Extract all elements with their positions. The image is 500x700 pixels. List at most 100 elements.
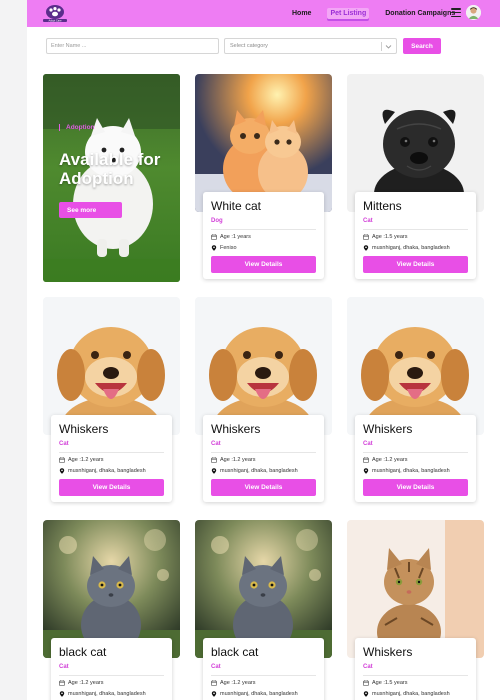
hero-tag: Adoption — [59, 124, 95, 131]
calendar-icon — [59, 457, 65, 463]
location-value: musnhiganj, dhaka, bangladesh — [68, 468, 146, 474]
location-pin-icon — [363, 468, 369, 474]
view-details-button[interactable]: View Details — [363, 256, 468, 273]
location-value: musnhiganj, dhaka, bangladesh — [68, 691, 146, 697]
category-select[interactable]: Select category — [224, 38, 397, 54]
location-value: Feniso — [220, 245, 237, 251]
pet-location: musnhiganj, dhaka, bangladesh — [363, 691, 468, 697]
pet-category: Cat — [59, 664, 69, 670]
pet-card: black cat Cat Age : 1.2 years musnhiganj… — [203, 638, 324, 700]
pet-card: Whiskers Cat Age : 1.2 years musnhiganj,… — [51, 415, 172, 502]
card-divider — [363, 229, 468, 230]
age-prefix: Age : — [68, 457, 81, 463]
pet-card: Whiskers Cat Age : 1.2 years musnhiganj,… — [355, 415, 476, 502]
chevron-down-icon — [385, 45, 392, 49]
pet-name: Whiskers — [59, 422, 109, 436]
age-prefix: Age : — [220, 234, 233, 240]
card-divider — [211, 452, 316, 453]
pet-age: Age : 1.2 years — [59, 457, 164, 463]
calendar-icon — [59, 680, 65, 686]
card-divider — [363, 452, 468, 453]
pet-card: Whiskers Cat Age : 1.5 years musnhiganj,… — [355, 638, 476, 700]
paw-logo-icon: Adopt Care — [43, 5, 67, 23]
card-divider — [363, 675, 468, 676]
avatar[interactable] — [466, 5, 481, 20]
pet-name: black cat — [59, 645, 107, 659]
pet-age: Age : 1.5 years — [363, 234, 468, 240]
nav-pet-listing[interactable]: Pet Listing — [327, 8, 370, 19]
pet-card: Mittens Cat Age : 1.5 years musnhiganj, … — [355, 192, 476, 279]
logo[interactable]: Adopt Care — [41, 3, 69, 23]
logo-text: Adopt Care — [48, 19, 62, 23]
pet-location: Feniso — [211, 245, 316, 251]
category-placeholder: Select category — [230, 43, 268, 49]
calendar-icon — [363, 680, 369, 686]
location-pin-icon — [211, 691, 217, 697]
age-value: 1.2 years — [384, 457, 408, 463]
view-details-button[interactable]: View Details — [211, 256, 316, 273]
nav-home[interactable]: Home — [289, 8, 314, 19]
location-value: musnhiganj, dhaka, bangladesh — [372, 468, 450, 474]
calendar-icon — [211, 680, 217, 686]
calendar-icon — [211, 457, 217, 463]
age-value: 1.2 years — [232, 457, 256, 463]
pet-category: Cat — [59, 441, 69, 447]
calendar-icon — [363, 234, 369, 240]
pet-card: black cat Cat Age : 1.2 years musnhiganj… — [51, 638, 172, 700]
location-pin-icon — [363, 245, 369, 251]
adoption-hero-card: Adoption Available for Adoption See more — [43, 74, 180, 282]
calendar-icon — [211, 234, 217, 240]
age-prefix: Age : — [372, 234, 385, 240]
age-prefix: Age : — [372, 680, 385, 686]
age-prefix: Age : — [68, 680, 81, 686]
age-value: 1.2 years — [232, 680, 256, 686]
pet-category: Cat — [211, 664, 221, 670]
nav-donation-campaigns[interactable]: Donation Campaigns — [382, 8, 458, 19]
search-button[interactable]: Search — [403, 38, 441, 54]
nav-links: Home Pet Listing Donation Campaigns — [289, 0, 471, 27]
pet-age: Age : 1 years — [211, 234, 316, 240]
calendar-icon — [363, 457, 369, 463]
pet-name: Whiskers — [363, 422, 413, 436]
view-details-button[interactable]: View Details — [363, 479, 468, 496]
age-prefix: Age : — [372, 457, 385, 463]
menu-icon[interactable] — [451, 8, 461, 18]
pet-age: Age : 1.2 years — [211, 680, 316, 686]
age-value: 1.5 years — [384, 234, 408, 240]
pet-location: musnhiganj, dhaka, bangladesh — [59, 691, 164, 697]
pet-card: Whiskers Cat Age : 1.2 years musnhiganj,… — [203, 415, 324, 502]
name-search-input[interactable] — [46, 38, 219, 54]
pet-name: Mittens — [363, 199, 402, 213]
pet-category: Cat — [363, 441, 373, 447]
location-pin-icon — [59, 468, 65, 474]
card-divider — [59, 452, 164, 453]
card-divider — [59, 675, 164, 676]
see-more-button[interactable]: See more — [59, 202, 122, 218]
pet-category: Cat — [211, 441, 221, 447]
location-pin-icon — [211, 245, 217, 251]
pet-age: Age : 1.5 years — [363, 680, 468, 686]
age-prefix: Age : — [220, 457, 233, 463]
pet-age: Age : 1.2 years — [363, 457, 468, 463]
age-value: 1.2 years — [80, 457, 104, 463]
pet-location: musnhiganj, dhaka, bangladesh — [211, 691, 316, 697]
location-pin-icon — [363, 691, 369, 697]
age-value: 1 years — [232, 234, 251, 240]
hero-title: Available for Adoption — [59, 150, 161, 188]
pet-location: musnhiganj, dhaka, bangladesh — [363, 245, 468, 251]
pet-location: musnhiganj, dhaka, bangladesh — [211, 468, 316, 474]
pet-name: White cat — [211, 199, 262, 213]
location-pin-icon — [211, 468, 217, 474]
pet-age: Age : 1.2 years — [211, 457, 316, 463]
pet-name: Whiskers — [211, 422, 261, 436]
age-value: 1.5 years — [384, 680, 408, 686]
card-divider — [211, 229, 316, 230]
view-details-button[interactable]: View Details — [59, 479, 164, 496]
pet-name: Whiskers — [363, 645, 413, 659]
pet-location: musnhiganj, dhaka, bangladesh — [59, 468, 164, 474]
location-value: musnhiganj, dhaka, bangladesh — [220, 468, 298, 474]
view-details-button[interactable]: View Details — [211, 479, 316, 496]
pet-age: Age : 1.2 years — [59, 680, 164, 686]
age-prefix: Age : — [220, 680, 233, 686]
page: Adopt Care Home Pet Listing Donation Cam… — [27, 0, 500, 700]
